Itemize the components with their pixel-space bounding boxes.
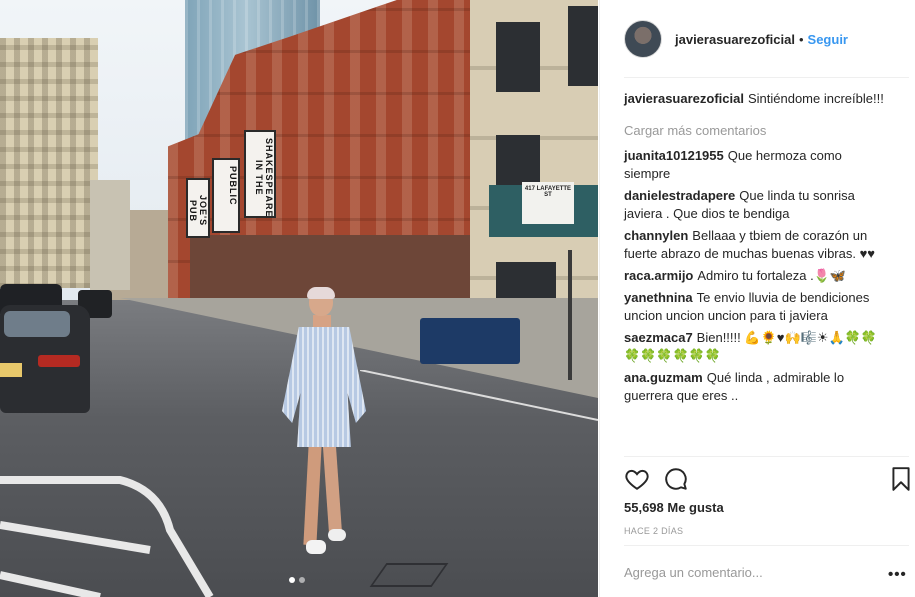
license-plate: [0, 363, 22, 377]
likes-count[interactable]: 55,698 Me gusta: [624, 500, 724, 515]
load-more-comments[interactable]: Cargar más comentarios: [624, 122, 884, 140]
crosswalk-lines: [0, 476, 214, 597]
separator-dot: •: [798, 31, 804, 47]
caption: javierasuarezoficial Sintiéndome increíbl…: [624, 90, 884, 108]
action-bar: [624, 466, 914, 492]
car: [0, 305, 90, 413]
add-comment-input[interactable]: Agrega un comentario...: [624, 565, 894, 580]
street-sign-text: 417 LAFAYETTE ST: [524, 186, 572, 198]
comment-username[interactable]: raca.armijo: [624, 268, 693, 283]
avatar[interactable]: [624, 20, 662, 58]
building-left: [0, 38, 98, 288]
post-photo[interactable]: 417 LAFAYETTE ST SHAKESPEARE IN THE PUBL…: [0, 0, 598, 597]
carousel-dot[interactable]: [299, 577, 305, 583]
building-right: [470, 0, 598, 350]
caption-text: Sintiéndome increíble!!!: [747, 91, 884, 106]
heart-icon[interactable]: [624, 466, 650, 492]
car-window: [4, 311, 70, 337]
pole: [568, 250, 572, 380]
comment-username[interactable]: channylen: [624, 228, 688, 243]
post-header: javierasuarezoficial • Seguir: [624, 18, 906, 60]
comments-list: javierasuarezoficial Sintiéndome increíbl…: [624, 90, 884, 409]
banner-joes-pub: JOE'S PUB: [186, 178, 210, 238]
follow-button[interactable]: Seguir: [808, 32, 848, 47]
post-sidebar: javierasuarezoficial • Seguir javierasua…: [599, 0, 915, 597]
headband: [307, 287, 335, 299]
bookmark-icon[interactable]: [888, 466, 914, 492]
sneaker: [328, 529, 346, 541]
carousel-indicator: [289, 577, 305, 583]
striped-dress: [282, 327, 366, 447]
tail-light: [38, 355, 80, 367]
window: [496, 22, 540, 92]
banner-public: PUBLIC: [212, 158, 240, 233]
comment-item: saezmaca7 Bien!!!!! 💪🌻♥🙌🎼☀🙏🍀🍀🍀🍀🍀🍀🍀🍀: [624, 329, 884, 365]
leg: [322, 444, 343, 536]
comment-username[interactable]: ana.guzmam: [624, 370, 703, 385]
trash-bins: [420, 318, 520, 364]
woman: [276, 285, 371, 570]
speech-bubble-icon[interactable]: [663, 466, 689, 492]
comment-item: ana.guzmam Qué linda , admirable lo guerr…: [624, 369, 884, 405]
banner-text: JOE'S PUB: [188, 195, 208, 227]
street-sign: 417 LAFAYETTE ST: [522, 182, 574, 224]
banner-text: PUBLIC: [228, 166, 238, 206]
carousel-dot-active[interactable]: [289, 577, 295, 583]
comment-item: yanethnina Te envio lluvia de bendiciones…: [624, 289, 884, 325]
comment-username[interactable]: yanethnina: [624, 290, 693, 305]
more-options-icon[interactable]: •••: [888, 566, 907, 583]
comment-input-divider: [624, 545, 909, 546]
header-divider: [624, 77, 909, 78]
caption-username[interactable]: javierasuarezoficial: [624, 91, 744, 106]
building-left-2: [90, 180, 130, 290]
username-link[interactable]: javierasuarezoficial: [675, 32, 795, 47]
lane-line: [360, 370, 598, 421]
window: [568, 6, 598, 86]
banner-text: SHAKESPEARE IN THE: [254, 138, 274, 218]
comment-username[interactable]: danielestradapere: [624, 188, 735, 203]
comment-item: channylen Bellaaa y tbiem de corazón un f…: [624, 227, 884, 263]
post-date[interactable]: HACE 2 DÍAS: [624, 526, 683, 536]
comment-item: raca.armijo Admiro tu fortaleza .🌷🦋: [624, 267, 884, 285]
comment-username[interactable]: saezmaca7: [624, 330, 693, 345]
comment-item: danielestradapere Que linda tu sonrisa ja…: [624, 187, 884, 223]
comment-text: Admiro tu fortaleza .🌷🦋: [697, 268, 847, 283]
actions-divider: [624, 456, 909, 457]
leg: [303, 444, 322, 546]
banner-shakespeare: SHAKESPEARE IN THE: [244, 130, 276, 218]
sneaker: [306, 540, 326, 554]
comment-username[interactable]: juanita10121955: [624, 148, 724, 163]
comment-item: juanita10121955 Que hermoza como siempre: [624, 147, 884, 183]
